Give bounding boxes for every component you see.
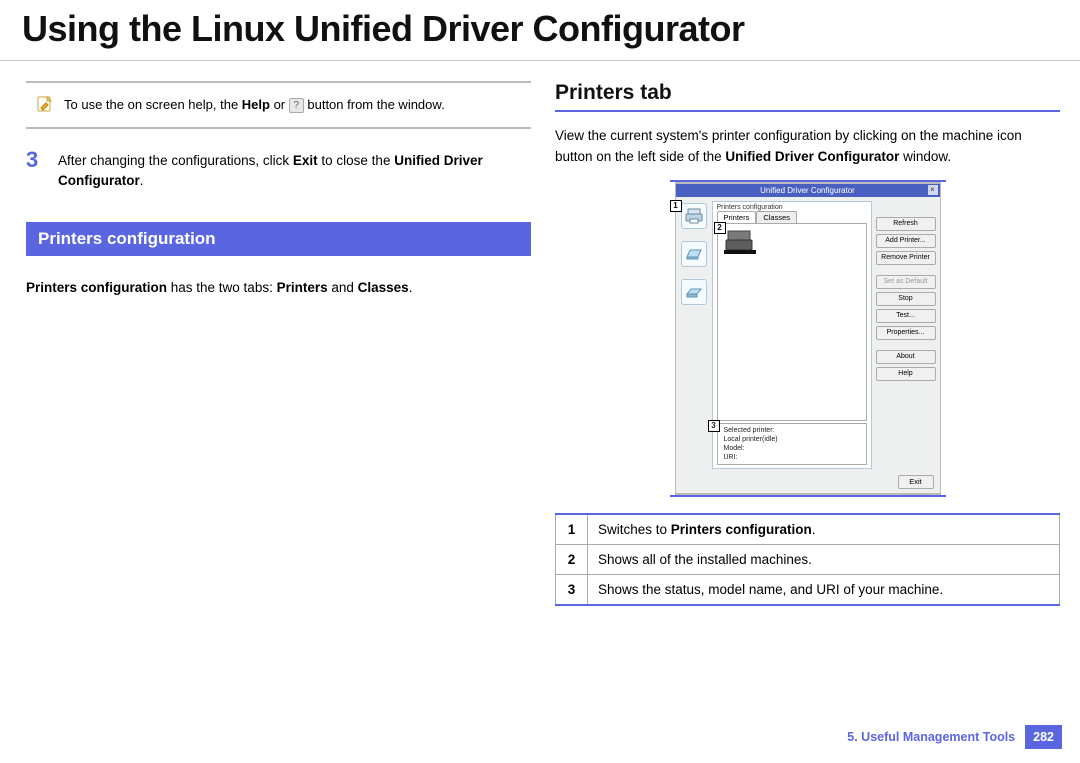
note-suffix: button from the window. bbox=[304, 97, 445, 112]
footer-chapter: 5. Useful Management Tools bbox=[847, 730, 1015, 744]
callout-table: 1 Switches to Printers configuration. 2 … bbox=[555, 513, 1060, 606]
table-row: 1 Switches to Printers configuration. bbox=[556, 514, 1060, 545]
cell-desc-3: Shows the status, model name, and URI of… bbox=[588, 574, 1060, 605]
config-bold-1: Printers configuration bbox=[26, 280, 167, 295]
button-column: Refresh Add Printer... Remove Printer Se… bbox=[876, 201, 936, 469]
test-button[interactable]: Test... bbox=[876, 309, 936, 323]
callout-2: 2 bbox=[714, 222, 726, 234]
r1c: . bbox=[812, 522, 816, 537]
para-suffix: window. bbox=[899, 149, 951, 164]
cell-num-2: 2 bbox=[556, 544, 588, 574]
footer-page-number: 282 bbox=[1025, 725, 1062, 749]
step-mid: to close the bbox=[318, 153, 395, 168]
config-and: and bbox=[328, 280, 358, 295]
tab-classes[interactable]: Classes bbox=[756, 211, 797, 223]
printer-item[interactable] bbox=[722, 228, 758, 256]
r1a: Switches to bbox=[598, 522, 671, 537]
side-port-button[interactable] bbox=[681, 279, 707, 305]
refresh-button[interactable]: Refresh bbox=[876, 217, 936, 231]
info-line3: URI: bbox=[724, 453, 860, 462]
section-bar: Printers configuration bbox=[26, 222, 531, 256]
cell-desc-2: Shows all of the installed machines. bbox=[588, 544, 1060, 574]
add-printer-button[interactable]: Add Printer... bbox=[876, 234, 936, 248]
cell-num-1: 1 bbox=[556, 514, 588, 545]
page-title: Using the Linux Unified Driver Configura… bbox=[0, 0, 1080, 61]
callout-1: 1 bbox=[670, 200, 682, 212]
close-icon[interactable]: × bbox=[928, 185, 938, 195]
window-titlebar: Unified Driver Configurator × bbox=[676, 184, 940, 197]
window-title: Unified Driver Configurator bbox=[760, 186, 855, 195]
info-line1: Local printer(idle) bbox=[724, 435, 860, 444]
selected-printer-info: 3 Selected printer: Local printer(idle) … bbox=[717, 423, 867, 465]
config-line: Printers configuration has the two tabs:… bbox=[26, 278, 531, 299]
callout-3: 3 bbox=[708, 420, 720, 432]
para-bold: Unified Driver Configurator bbox=[725, 149, 899, 164]
screenshot: Unified Driver Configurator × 1 bbox=[675, 182, 941, 495]
config-suffix: . bbox=[409, 280, 413, 295]
stop-button[interactable]: Stop bbox=[876, 292, 936, 306]
table-row: 3 Shows the status, model name, and URI … bbox=[556, 574, 1060, 605]
note-text: To use the on screen help, the Help or ?… bbox=[64, 95, 445, 115]
cell-desc-1: Switches to Printers configuration. bbox=[588, 514, 1060, 545]
note-bold-help: Help bbox=[242, 97, 270, 112]
step-text: After changing the configurations, click… bbox=[58, 147, 531, 193]
cell-num-3: 3 bbox=[556, 574, 588, 605]
step-suffix: . bbox=[140, 173, 144, 188]
printers-tab-para: View the current system's printer config… bbox=[555, 126, 1060, 168]
note-mid: or bbox=[270, 97, 289, 112]
exit-button[interactable]: Exit bbox=[898, 475, 934, 489]
printers-tab-heading: Printers tab bbox=[555, 81, 1060, 112]
footer: 5. Useful Management Tools 282 bbox=[847, 725, 1062, 749]
properties-button[interactable]: Properties... bbox=[876, 326, 936, 340]
note-icon bbox=[36, 95, 54, 113]
config-bold-2: Printers bbox=[277, 280, 328, 295]
info-line2: Model: bbox=[724, 444, 860, 453]
printer-list[interactable]: 2 bbox=[717, 223, 867, 421]
help-button[interactable]: Help bbox=[876, 367, 936, 381]
r1b: Printers configuration bbox=[671, 522, 812, 537]
step-3: 3 After changing the configurations, cli… bbox=[26, 147, 531, 193]
step-prefix: After changing the configurations, click bbox=[58, 153, 293, 168]
side-printer-button[interactable]: 1 bbox=[681, 203, 707, 229]
config-mid: has the two tabs: bbox=[167, 280, 277, 295]
table-row: 2 Shows all of the installed machines. bbox=[556, 544, 1060, 574]
note-prefix: To use the on screen help, the bbox=[64, 97, 242, 112]
note-box: To use the on screen help, the Help or ?… bbox=[26, 81, 531, 129]
set-default-button[interactable]: Set as Default bbox=[876, 275, 936, 289]
side-scanner-button[interactable] bbox=[681, 241, 707, 267]
config-bold-3: Classes bbox=[358, 280, 409, 295]
side-panel: 1 bbox=[676, 197, 712, 473]
info-head: Selected printer: bbox=[724, 426, 860, 435]
step-bold-exit: Exit bbox=[293, 153, 318, 168]
step-number: 3 bbox=[26, 147, 44, 193]
about-button[interactable]: About bbox=[876, 350, 936, 364]
remove-printer-button[interactable]: Remove Printer bbox=[876, 251, 936, 265]
help-icon: ? bbox=[289, 98, 304, 113]
canvas-heading: Printers configuration bbox=[713, 202, 871, 211]
